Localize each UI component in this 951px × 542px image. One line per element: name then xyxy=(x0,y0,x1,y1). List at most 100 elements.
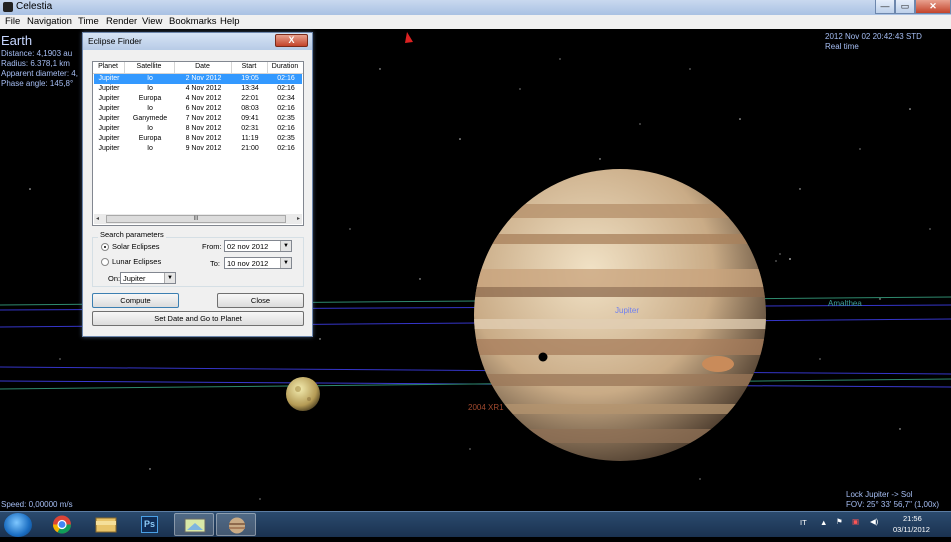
volume-icon[interactable]: ◀) xyxy=(870,517,878,526)
hud-apparent-diameter: Apparent diameter: 4, xyxy=(1,69,78,78)
planet-select-value: Jupiter xyxy=(123,274,146,283)
cell-planet: Jupiter xyxy=(98,105,120,112)
cell-duration: 02:35 xyxy=(277,135,295,142)
hud-object-name: Earth xyxy=(1,33,33,48)
table-row[interactable]: Jupiter Io 4 Nov 2012 13:34 02:16 xyxy=(94,84,302,94)
windows-explorer-taskbar-button[interactable] xyxy=(174,513,214,536)
menu-help[interactable]: Help xyxy=(220,16,240,27)
cell-satellite: Io xyxy=(147,125,153,132)
planet-select[interactable]: Jupiter ▼ xyxy=(120,272,176,284)
cell-duration: 02:34 xyxy=(277,95,295,102)
start-button[interactable] xyxy=(4,513,32,537)
lunar-eclipses-label[interactable]: Lunar Eclipses xyxy=(112,257,161,266)
cell-planet: Jupiter xyxy=(98,95,120,102)
asteroid-label: 2004 XR1 xyxy=(468,403,504,412)
cell-date: 8 Nov 2012 xyxy=(185,125,222,132)
celestia-taskbar-button[interactable] xyxy=(216,513,256,536)
cell-date: 9 Nov 2012 xyxy=(185,145,222,152)
close-window-button[interactable]: ✕ xyxy=(915,0,951,14)
cell-planet: Jupiter xyxy=(98,125,120,132)
explorer-taskbar-button[interactable] xyxy=(86,513,126,536)
celestia-app-icon xyxy=(3,2,13,12)
eclipse-list[interactable]: Planet Satellite Date Start Duration Jup… xyxy=(92,61,304,226)
cell-planet: Jupiter xyxy=(98,135,120,142)
cell-planet: Jupiter xyxy=(98,85,120,92)
hud-fov: FOV: 25° 33' 56,7" (1,00x) xyxy=(846,500,940,509)
clock-date[interactable]: 03/11/2012 xyxy=(893,525,930,534)
table-row[interactable]: Jupiter Io 6 Nov 2012 08:03 02:16 xyxy=(94,104,302,114)
cell-start: 22:01 xyxy=(241,95,259,102)
window-title: Celestia xyxy=(16,1,53,12)
scroll-thumb[interactable]: III xyxy=(106,215,286,223)
from-date-value: 02 nov 2012 xyxy=(227,242,269,251)
network-icon[interactable]: ▣ xyxy=(852,517,859,526)
column-header-satellite[interactable]: Satellite xyxy=(125,63,173,70)
hud-speed: Speed: 0,00000 m/s xyxy=(1,500,73,509)
minimize-button[interactable]: — xyxy=(875,0,895,14)
solar-eclipses-label[interactable]: Solar Eclipses xyxy=(112,242,160,251)
eclipse-list-header: Planet Satellite Date Start Duration xyxy=(93,62,303,74)
jupiter-label: Jupiter xyxy=(615,306,640,315)
from-date-picker[interactable]: 02 nov 2012 ▼ xyxy=(224,240,292,252)
table-row[interactable]: Jupiter Io 2 Nov 2012 19:05 02:16 xyxy=(94,74,302,84)
cell-duration: 02:16 xyxy=(277,75,295,82)
scroll-right-icon[interactable]: ▸ xyxy=(297,215,300,222)
table-row[interactable]: Jupiter Europa 4 Nov 2012 22:01 02:34 xyxy=(94,94,302,104)
hud-lock: Lock Jupiter -> Sol xyxy=(846,490,913,499)
menu-bookmarks[interactable]: Bookmarks xyxy=(169,16,217,27)
lunar-eclipses-radio[interactable] xyxy=(101,258,109,266)
dialog-title: Eclipse Finder xyxy=(88,36,142,46)
table-row[interactable]: Jupiter Io 9 Nov 2012 21:00 02:16 xyxy=(94,144,302,154)
scroll-left-icon[interactable]: ◂ xyxy=(96,215,99,222)
menu-time[interactable]: Time xyxy=(78,16,99,27)
column-header-date[interactable]: Date xyxy=(175,63,230,70)
cell-duration: 02:16 xyxy=(277,145,295,152)
photoshop-icon: Ps xyxy=(141,516,158,533)
table-row[interactable]: Jupiter Europa 8 Nov 2012 11:19 02:35 xyxy=(94,134,302,144)
chevron-down-icon[interactable]: ▼ xyxy=(280,241,291,251)
column-header-start[interactable]: Start xyxy=(232,63,266,70)
compute-button[interactable]: Compute xyxy=(92,293,179,308)
chevron-down-icon[interactable]: ▼ xyxy=(280,258,291,268)
hud-distance: Distance: 4,1903 au xyxy=(1,49,73,58)
chrome-taskbar-button[interactable] xyxy=(42,513,82,536)
menu-view[interactable]: View xyxy=(142,16,162,27)
dialog-close-icon[interactable]: X xyxy=(275,34,308,47)
cell-start: 09:41 xyxy=(241,115,259,122)
list-horizontal-scrollbar[interactable]: ◂ III ▸ xyxy=(94,214,302,224)
clock-time[interactable]: 21:56 xyxy=(903,514,922,523)
cell-duration: 02:16 xyxy=(277,105,295,112)
amalthea-label: Amalthea xyxy=(828,299,862,308)
menu-bar: File Navigation Time Render View Bookmar… xyxy=(0,15,951,29)
cell-duration: 02:16 xyxy=(277,85,295,92)
action-center-icon[interactable]: ⚑ xyxy=(836,517,843,526)
cell-duration: 02:16 xyxy=(277,125,295,132)
photoshop-taskbar-button[interactable]: Ps xyxy=(130,513,170,536)
io-moon xyxy=(286,377,320,411)
close-button[interactable]: Close xyxy=(217,293,304,308)
language-indicator[interactable]: IT xyxy=(800,518,807,527)
set-date-go-to-planet-button[interactable]: Set Date and Go to Planet xyxy=(92,311,304,326)
column-header-planet[interactable]: Planet xyxy=(93,63,123,70)
cell-planet: Jupiter xyxy=(98,75,120,82)
table-row[interactable]: Jupiter Io 8 Nov 2012 02:31 02:16 xyxy=(94,124,302,134)
show-hidden-icons-icon[interactable]: ▲ xyxy=(820,518,827,527)
solar-eclipses-radio[interactable] xyxy=(101,243,109,251)
cell-start: 21:00 xyxy=(241,145,259,152)
menu-file[interactable]: File xyxy=(5,16,20,27)
cell-satellite: Europa xyxy=(138,95,162,102)
to-date-picker[interactable]: 10 nov 2012 ▼ xyxy=(224,257,292,269)
column-header-duration[interactable]: Duration xyxy=(268,63,302,70)
hud-radius: Radius: 6.378,1 km xyxy=(1,59,70,68)
maximize-button[interactable]: ▭ xyxy=(895,0,915,14)
cell-satellite: Europa xyxy=(138,135,162,142)
cell-satellite: Io xyxy=(147,85,153,92)
chevron-down-icon[interactable]: ▼ xyxy=(164,273,175,283)
cell-date: 4 Nov 2012 xyxy=(185,95,222,102)
menu-navigation[interactable]: Navigation xyxy=(27,16,72,27)
menu-render[interactable]: Render xyxy=(106,16,137,27)
search-parameters-label: Search parameters xyxy=(98,230,166,239)
table-row[interactable]: Jupiter Ganymede 7 Nov 2012 09:41 02:35 xyxy=(94,114,302,124)
cell-planet: Jupiter xyxy=(98,145,120,152)
cell-start: 19:05 xyxy=(241,75,259,82)
